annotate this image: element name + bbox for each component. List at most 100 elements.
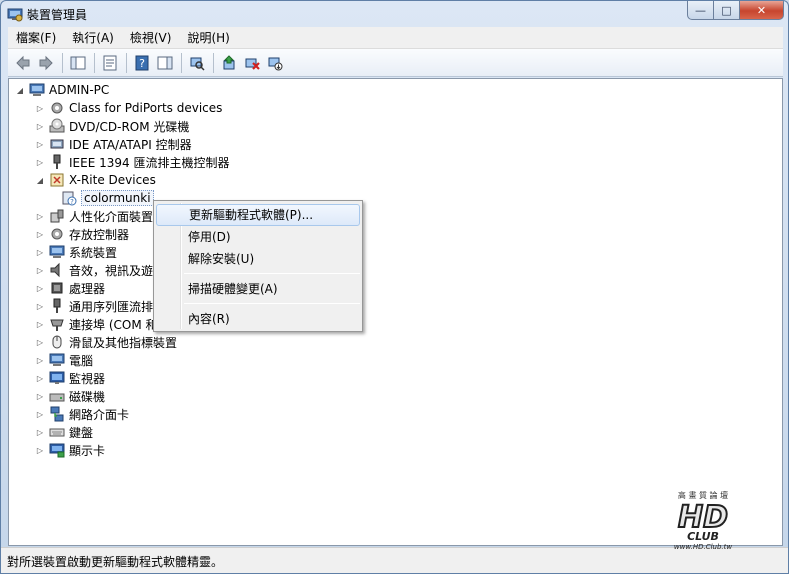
display-adapter-icon: [49, 442, 65, 458]
svg-text:?: ?: [70, 198, 74, 206]
tree-node-label: 存放控制器: [69, 227, 130, 242]
expand-arrow-icon[interactable]: ▷: [35, 301, 45, 311]
tree-node-label: 磁碟機: [69, 389, 106, 404]
scan-hardware-icon: [190, 57, 205, 71]
uninstall-button[interactable]: [241, 52, 263, 74]
expand-arrow-icon[interactable]: ▷: [35, 409, 45, 419]
hdclub-watermark-logo: 高 畫 質 論 壇 HD CLUB www.HD.Club.tw: [674, 490, 733, 551]
tree-node[interactable]: ▷ 存放控制器: [35, 225, 129, 243]
tree-node[interactable]: ▷ Class for PdiPorts devices: [35, 99, 223, 117]
hid-icon: [49, 208, 65, 224]
expand-arrow-icon[interactable]: ▷: [35, 337, 45, 347]
menu-item-uninstall[interactable]: 解除安裝(U): [156, 248, 360, 270]
collapse-arrow-icon[interactable]: ◢: [35, 175, 45, 185]
toolbar: ?: [8, 49, 783, 77]
close-button[interactable]: ✕: [740, 1, 784, 20]
tree-node[interactable]: ▷ IEEE 1394 匯流排主機控制器: [35, 153, 229, 171]
expand-arrow-icon[interactable]: ▷: [35, 121, 45, 131]
expand-arrow-icon[interactable]: ▷: [35, 157, 45, 167]
tree-node[interactable]: ▷ IDE ATA/ATAPI 控制器: [35, 135, 192, 153]
mouse-icon: [49, 334, 65, 350]
expand-arrow-icon[interactable]: ▷: [35, 391, 45, 401]
back-button[interactable]: [12, 52, 34, 74]
tree-node[interactable]: ▷ DVD/CD-ROM 光碟機: [35, 117, 189, 135]
tree-node[interactable]: ▷ 鍵盤: [35, 423, 93, 441]
expand-arrow-icon[interactable]: ▷: [35, 265, 45, 275]
menu-help[interactable]: 說明(H): [179, 28, 237, 48]
window-title: 裝置管理員: [27, 8, 88, 22]
menu-item-properties[interactable]: 內容(R): [156, 308, 360, 330]
expand-arrow-icon[interactable]: ▷: [35, 427, 45, 437]
tree-node-label: 監視器: [69, 371, 106, 386]
unknown-device-icon: ?: [61, 190, 77, 206]
computer-icon: [49, 352, 65, 368]
expand-arrow-icon[interactable]: ▷: [35, 373, 45, 383]
tree-node-label: 通用序列匯流排: [69, 299, 154, 314]
title-bar[interactable]: 裝置管理員 — □ ✕: [1, 1, 788, 27]
menu-action[interactable]: 執行(A): [64, 28, 122, 48]
show-action-pane-button[interactable]: [154, 52, 176, 74]
system-device-icon: [49, 244, 65, 260]
status-bar: 對所選裝置啟動更新驅動程式軟體精靈。: [1, 547, 788, 573]
tree-node-label: DVD/CD-ROM 光碟機: [69, 119, 190, 134]
tree-node[interactable]: ▷ 處理器: [35, 279, 105, 297]
tree-node[interactable]: ▷ 網路介面卡: [35, 405, 129, 423]
tree-node[interactable]: ▷ 監視器: [35, 369, 105, 387]
menu-view[interactable]: 檢視(V): [122, 28, 180, 48]
processor-icon: [49, 280, 65, 296]
tree-node-label: Class for PdiPorts devices: [69, 101, 223, 115]
tree-node-label: 滑鼠及其他指標裝置: [69, 335, 178, 350]
watermark-url: www.HD.Club.tw: [674, 543, 733, 551]
expand-arrow-icon[interactable]: ▷: [35, 103, 45, 113]
tree-child-label: colormunki: [81, 190, 154, 206]
properties-button[interactable]: [99, 52, 121, 74]
tree-child-selected[interactable]: ? colormunki: [55, 189, 154, 207]
tree-node[interactable]: ▷ 滑鼠及其他指標裝置: [35, 333, 177, 351]
update-driver-button[interactable]: [218, 52, 240, 74]
menu-item-disable[interactable]: 停用(D): [156, 226, 360, 248]
tree-node[interactable]: ▷ 系統裝置: [35, 243, 117, 261]
maximize-button[interactable]: □: [714, 1, 740, 20]
show-hide-console-tree-button[interactable]: [67, 52, 89, 74]
tree-node-label: 鍵盤: [69, 425, 94, 440]
tree-node[interactable]: ▷ 顯示卡: [35, 441, 105, 459]
forward-arrow-icon: [39, 55, 53, 70]
tree-root[interactable]: ◢ ADMIN-PC: [15, 81, 109, 99]
tree-node[interactable]: ▷ 電腦: [35, 351, 93, 369]
tree-node[interactable]: ▷ 磁碟機: [35, 387, 105, 405]
scan-hardware-button[interactable]: [186, 52, 208, 74]
tree-node[interactable]: ▷ 通用序列匯流排: [35, 297, 153, 315]
expand-arrow-icon[interactable]: ▷: [35, 319, 45, 329]
keyboard-icon: [49, 424, 65, 440]
expand-arrow-icon[interactable]: ▷: [35, 355, 45, 365]
collapse-arrow-icon[interactable]: ◢: [15, 85, 25, 95]
menu-bar: 檔案(F) 執行(A) 檢視(V) 說明(H): [8, 27, 783, 49]
tree-node[interactable]: ▷ 連接埠 (COM 和: [35, 315, 158, 333]
expand-arrow-icon[interactable]: ▷: [35, 247, 45, 257]
menu-file[interactable]: 檔案(F): [8, 28, 64, 48]
storage-controller-icon: [49, 226, 65, 242]
tree-node-expanded[interactable]: ◢ X-Rite Devices: [35, 171, 156, 189]
expand-arrow-icon[interactable]: ▷: [35, 283, 45, 293]
device-manager-window: 裝置管理員 — □ ✕ 檔案(F) 執行(A) 檢視(V) 說明(H) ? ◢ …: [0, 0, 789, 574]
tree-node[interactable]: ▷ 音效，視訊及遊: [35, 261, 153, 279]
tree-node-label: X-Rite Devices: [69, 173, 156, 187]
monitor-icon: [49, 370, 65, 386]
tree-node[interactable]: ▷ 人性化介面裝置: [35, 207, 153, 225]
forward-button[interactable]: [35, 52, 57, 74]
computer-icon: [29, 82, 45, 98]
expand-arrow-icon[interactable]: ▷: [35, 211, 45, 221]
expand-arrow-icon[interactable]: ▷: [35, 139, 45, 149]
menu-item-update-driver[interactable]: 更新驅動程式軟體(P)...: [156, 204, 360, 226]
tree-node-label: 網路介面卡: [69, 407, 130, 422]
help-icon: ?: [135, 55, 149, 70]
tree-node-label: 顯示卡: [69, 443, 106, 458]
xrite-device-icon: [49, 172, 65, 188]
disable-button[interactable]: [264, 52, 286, 74]
menu-item-scan-hardware[interactable]: 掃描硬體變更(A): [156, 278, 360, 300]
minimize-button[interactable]: —: [687, 1, 714, 20]
port-icon: [49, 316, 65, 332]
help-button[interactable]: ?: [131, 52, 153, 74]
expand-arrow-icon[interactable]: ▷: [35, 445, 45, 455]
expand-arrow-icon[interactable]: ▷: [35, 229, 45, 239]
